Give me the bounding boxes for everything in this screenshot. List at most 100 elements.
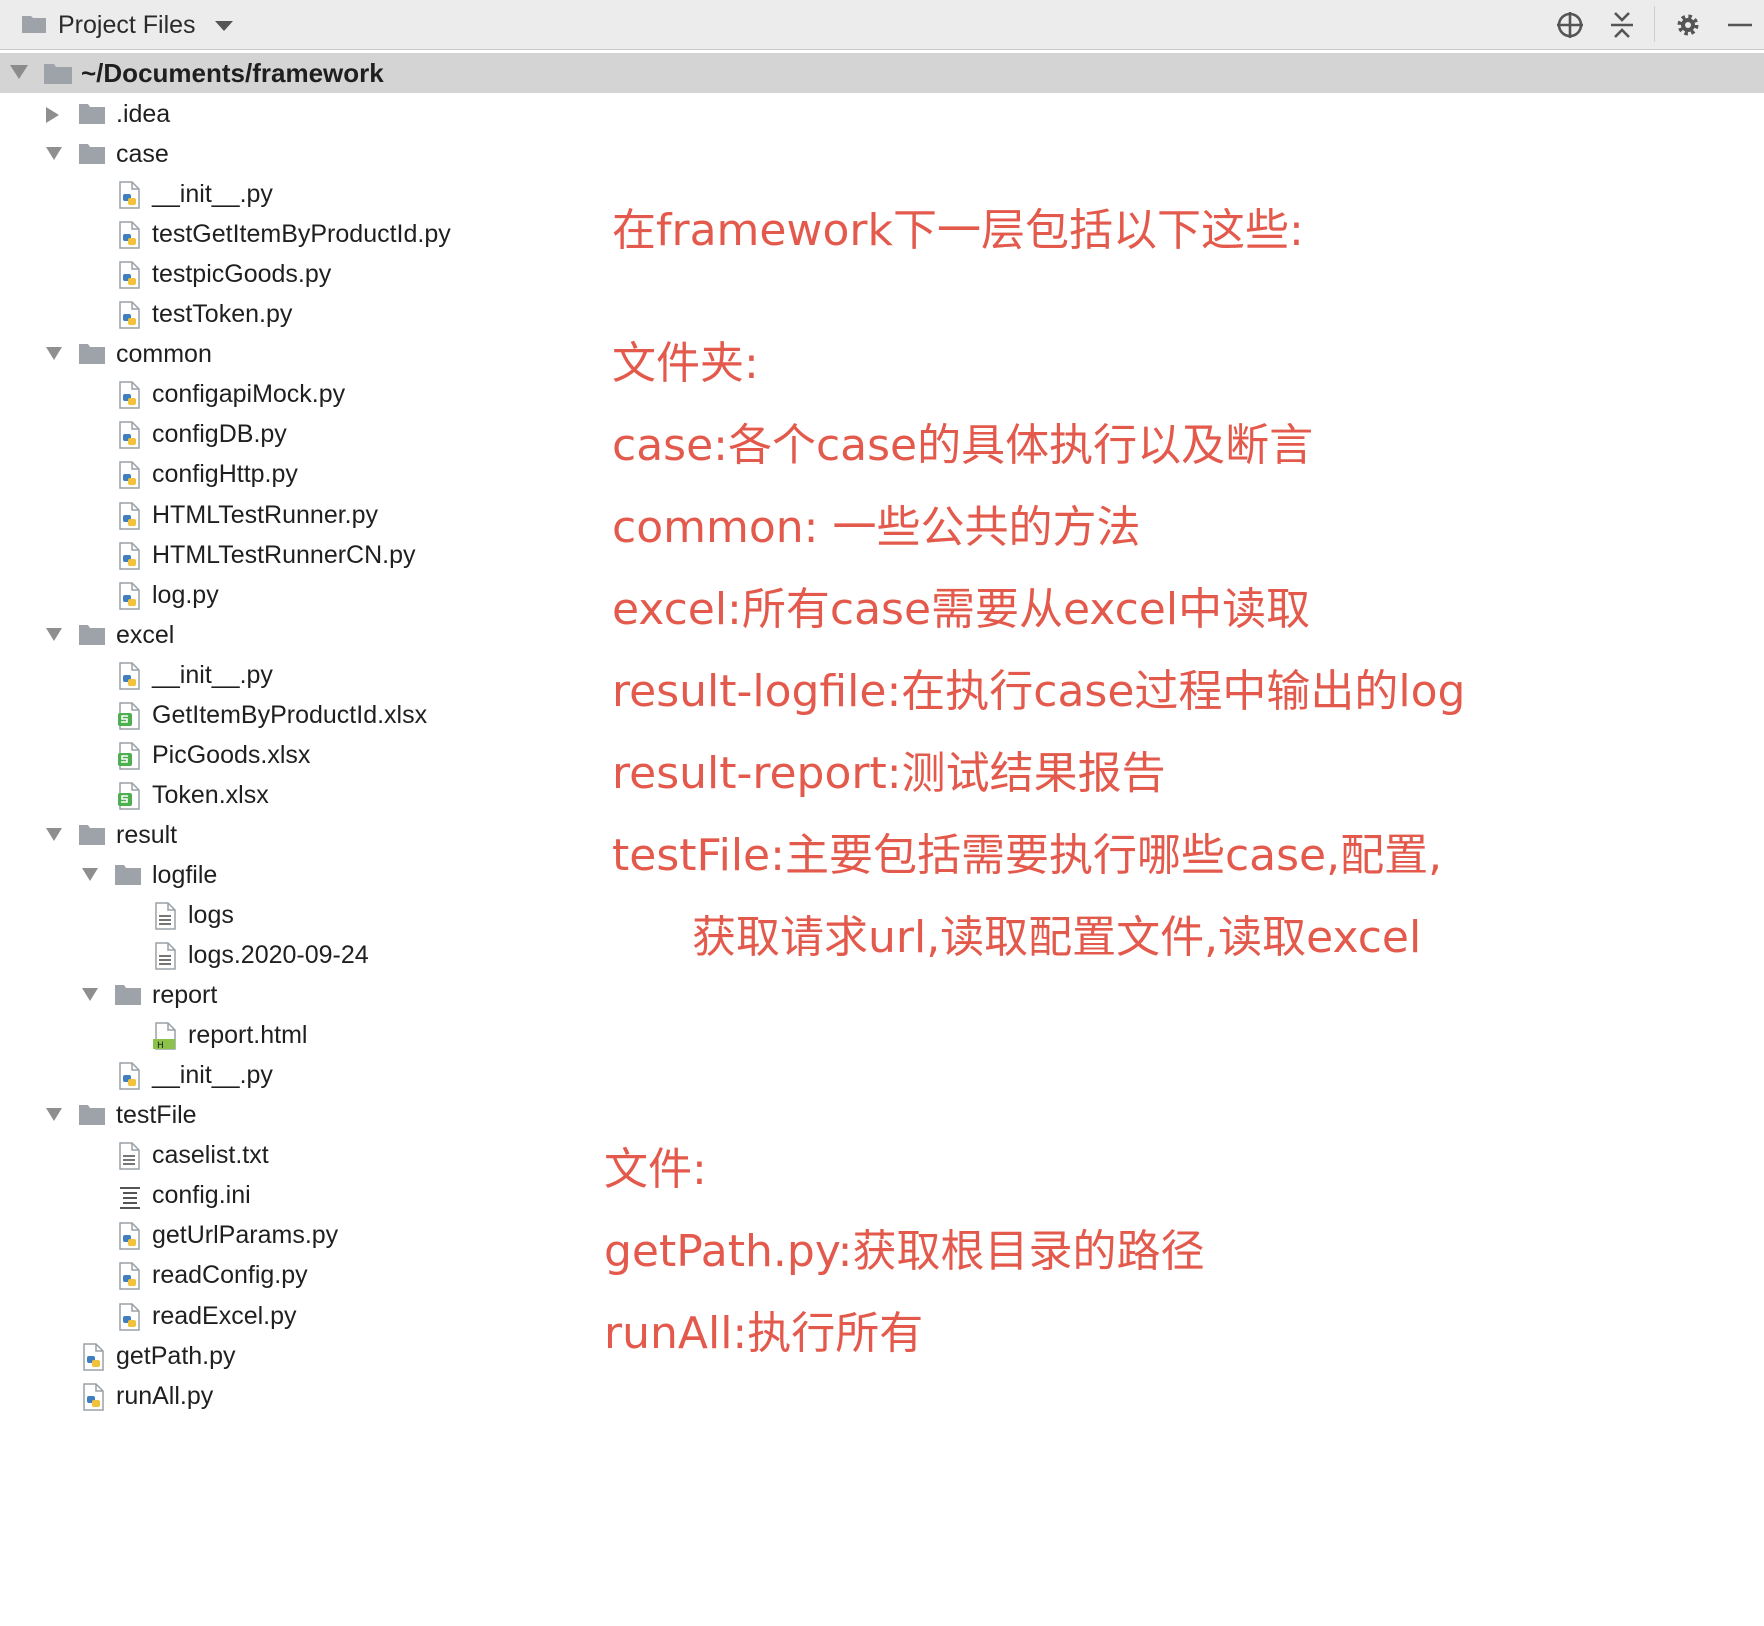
tree-root-row[interactable]: ~/Documents/framework <box>0 53 1764 93</box>
gear-icon[interactable] <box>1672 9 1704 41</box>
annotation-case: case:各个case的具体执行以及断言 <box>612 420 1314 471</box>
project-files-window: Project Files ~/Documents/framework .ide… <box>0 0 1764 1626</box>
minimize-icon[interactable] <box>1724 9 1756 41</box>
annotation-runall: runAll:执行所有 <box>604 1308 924 1359</box>
tree-item-label: readConfig.py <box>152 1261 308 1289</box>
ini-file-icon <box>116 1182 144 1210</box>
annotation-common: common: 一些公共的方法 <box>612 502 1141 553</box>
project-view-selector-label[interactable]: Project Files <box>58 10 196 40</box>
tree-file-row[interactable]: configHttp.py <box>0 455 560 495</box>
tree-item-label: configapiMock.py <box>152 380 346 408</box>
collapse-arrow-icon[interactable] <box>82 868 98 881</box>
tree-file-row[interactable]: runAll.py <box>0 1377 560 1417</box>
tree-root-label: ~/Documents/framework <box>81 58 384 88</box>
tree-folder-row[interactable]: logfile <box>0 856 560 896</box>
annotation-testfile-line2: 获取请求url,读取配置文件,读取excel <box>692 912 1422 963</box>
text-file-icon <box>116 1142 144 1170</box>
tree-file-row[interactable]: testGetItemByProductId.py <box>0 215 560 255</box>
python-file-icon <box>116 662 144 690</box>
tree-folder-row[interactable]: .idea <box>0 95 560 135</box>
tree-item-label: .idea <box>116 100 171 128</box>
tree-item-label: logs.2020-09-24 <box>188 941 369 969</box>
toolbar-separator <box>1654 6 1655 42</box>
collapse-arrow-icon[interactable] <box>46 347 62 360</box>
tree-file-row[interactable]: caselist.txt <box>0 1136 560 1176</box>
python-file-icon <box>116 461 144 489</box>
python-file-icon <box>116 181 144 209</box>
tree-item-label: logfile <box>152 861 218 889</box>
annotation-files-heading: 文件: <box>604 1144 707 1195</box>
tree-folder-row[interactable]: report <box>0 976 560 1016</box>
python-file-icon <box>116 582 144 610</box>
folder-icon <box>44 64 72 84</box>
tree-item-label: getPath.py <box>116 1342 236 1370</box>
tree-file-row[interactable]: log.py <box>0 576 560 616</box>
tree-folder-row[interactable]: excel <box>0 616 560 656</box>
folder-icon <box>78 341 106 369</box>
tree-folder-row[interactable]: result <box>0 816 560 856</box>
tree-file-row[interactable]: logs.2020-09-24 <box>0 936 560 976</box>
tree-item-label: excel <box>116 621 175 649</box>
folder-icon <box>22 16 46 33</box>
tree-file-row[interactable]: PicGoods.xlsx <box>0 736 560 776</box>
tree-file-row[interactable]: readExcel.py <box>0 1297 560 1337</box>
tree-file-row[interactable]: GetItemByProductId.xlsx <box>0 696 560 736</box>
annotation-result-report: result-report:测试结果报告 <box>612 748 1166 799</box>
tree-file-row[interactable]: HTMLTestRunnerCN.py <box>0 536 560 576</box>
collapse-arrow-icon[interactable] <box>82 988 98 1001</box>
collapse-arrow-icon[interactable] <box>46 628 62 641</box>
tree-item-label: testGetItemByProductId.py <box>152 220 451 248</box>
tree-file-row[interactable]: __init__.py <box>0 1056 560 1096</box>
collapse-all-icon[interactable] <box>1606 9 1638 41</box>
project-toolbar: Project Files <box>0 0 1764 50</box>
tree-file-row[interactable]: __init__.py <box>0 175 560 215</box>
expand-arrow-icon[interactable] <box>10 65 28 79</box>
folder-icon <box>78 141 106 169</box>
tree-file-row[interactable]: __init__.py <box>0 656 560 696</box>
tree-folder-row[interactable]: testFile <box>0 1096 560 1136</box>
python-file-icon <box>116 542 144 570</box>
svg-text:H: H <box>157 1041 164 1050</box>
folder-icon <box>114 982 142 1010</box>
tree-file-row[interactable]: testpicGoods.py <box>0 255 560 295</box>
python-file-icon <box>116 301 144 329</box>
tree-item-label: configDB.py <box>152 420 287 448</box>
tree-file-row[interactable]: Token.xlsx <box>0 776 560 816</box>
locate-target-icon[interactable] <box>1554 9 1586 41</box>
tree-item-label: log.py <box>152 581 219 609</box>
text-file-icon <box>152 902 180 930</box>
tree-file-row[interactable]: getUrlParams.py <box>0 1216 560 1256</box>
tree-file-row[interactable]: Hreport.html <box>0 1016 560 1056</box>
tree-file-row[interactable]: configDB.py <box>0 415 560 455</box>
tree-item-label: report.html <box>188 1021 308 1049</box>
annotation-testfile-line1: testFile:主要包括需要执行哪些case,配置, <box>612 830 1443 881</box>
tree-item-label: runAll.py <box>116 1382 214 1410</box>
tree-item-label: __init__.py <box>152 661 273 689</box>
dropdown-caret-icon[interactable] <box>215 21 233 31</box>
tree-item-label: configHttp.py <box>152 460 298 488</box>
tree-item-label: testFile <box>116 1101 197 1129</box>
tree-file-row[interactable]: getPath.py <box>0 1337 560 1377</box>
tree-item-label: readExcel.py <box>152 1302 297 1330</box>
tree-file-row[interactable]: HTMLTestRunner.py <box>0 496 560 536</box>
collapse-arrow-icon[interactable] <box>46 828 62 841</box>
tree-item-label: GetItemByProductId.xlsx <box>152 701 428 729</box>
tree-folder-row[interactable]: case <box>0 135 560 175</box>
tree-file-row[interactable]: testToken.py <box>0 295 560 335</box>
excel-file-icon <box>116 782 144 810</box>
collapse-arrow-icon[interactable] <box>46 1108 62 1121</box>
folder-icon <box>114 862 142 890</box>
expand-arrow-icon[interactable] <box>46 107 59 123</box>
tree-folder-row[interactable]: common <box>0 335 560 375</box>
tree-file-row[interactable]: configapiMock.py <box>0 375 560 415</box>
tree-file-row[interactable]: config.ini <box>0 1176 560 1216</box>
tree-item-label: case <box>116 140 169 168</box>
tree-file-row[interactable]: readConfig.py <box>0 1256 560 1296</box>
python-file-icon <box>116 261 144 289</box>
annotation-result-logfile: result-logfile:在执行case过程中输出的log <box>612 666 1466 717</box>
python-file-icon <box>116 1062 144 1090</box>
tree-file-row[interactable]: logs <box>0 896 560 936</box>
collapse-arrow-icon[interactable] <box>46 147 62 160</box>
tree-item-label: config.ini <box>152 1181 251 1209</box>
text-file-icon <box>152 942 180 970</box>
